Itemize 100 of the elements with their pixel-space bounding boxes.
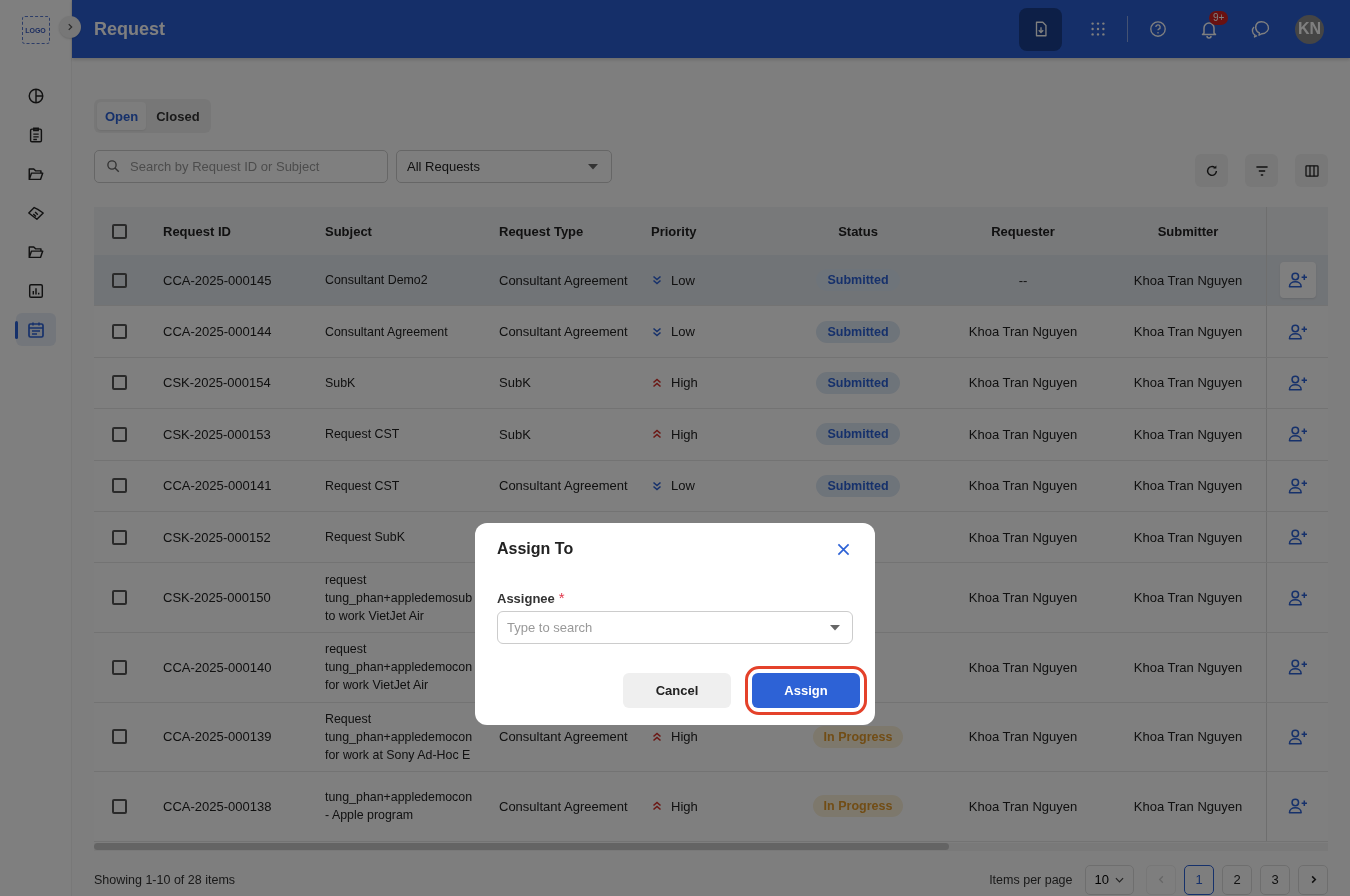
table-cell: CCA-2025-000138 — [163, 798, 272, 814]
caret-icon — [588, 163, 598, 170]
nav-item[interactable] — [15, 313, 56, 346]
chevron-right-icon — [65, 22, 75, 32]
table-cell: Khoa Tran Nguyen — [1133, 375, 1243, 391]
assign-button[interactable]: Assign — [752, 673, 860, 708]
columns-icon — [1303, 162, 1320, 179]
items-per-page-select[interactable]: 10 — [1084, 864, 1134, 895]
table-cell-text: Request CST — [325, 426, 400, 444]
table-cell: CSK-2025-000154 — [163, 375, 271, 391]
tab[interactable]: Closed — [148, 102, 208, 130]
request-filter-dropdown[interactable]: All Requests — [396, 150, 612, 183]
row-checkbox[interactable] — [112, 798, 127, 814]
table-cell-text: request tung_phan+appledemocon for work VietJet Air — [325, 641, 473, 695]
refresh-button[interactable] — [1195, 154, 1228, 187]
select-all-checkbox[interactable] — [112, 223, 127, 239]
table-cell: Khoa Tran Nguyen — [968, 426, 1078, 442]
priority-label: Low — [671, 272, 695, 288]
priority-label: Low — [671, 478, 695, 494]
table-cell: SubK — [499, 426, 531, 442]
table-cell: CCA-2025-000144 — [163, 324, 272, 340]
table-cell: Consultant Agreement — [499, 478, 628, 494]
bar-chart-icon — [26, 281, 45, 300]
close-icon — [836, 542, 850, 556]
notification-badge: 9+ — [1209, 10, 1229, 25]
table-cell: Khoa Tran Nguyen — [1133, 529, 1243, 545]
table-cell: Khoa Tran Nguyen — [968, 529, 1078, 545]
cancel-button[interactable]: Cancel — [623, 673, 731, 708]
page-button[interactable]: 3 — [1260, 864, 1290, 895]
column-header: Requester — [991, 223, 1055, 239]
priority-label: High — [671, 729, 698, 745]
column-header: Submitter — [1157, 223, 1219, 239]
columns-button[interactable] — [1295, 154, 1328, 187]
row-checkbox[interactable] — [112, 729, 127, 745]
table-cell: Khoa Tran Nguyen — [1133, 590, 1243, 606]
table-cell: Khoa Tran Nguyen — [1133, 272, 1243, 288]
add-user-icon — [1286, 588, 1309, 607]
status-tag: Submitted — [816, 474, 900, 497]
row-checkbox[interactable] — [112, 375, 127, 391]
row-checkbox[interactable] — [112, 426, 127, 442]
table-cell: Khoa Tran Nguyen — [1133, 659, 1243, 675]
column-header: Priority — [651, 223, 697, 239]
assignee-field[interactable]: Type to search — [497, 611, 853, 644]
row-checkbox[interactable] — [112, 478, 127, 494]
page-button[interactable]: 1 — [1184, 864, 1214, 895]
status-tag: Submitted — [816, 371, 900, 394]
search-icon — [106, 159, 121, 174]
add-user-icon — [1286, 727, 1309, 746]
priority-label: High — [671, 798, 698, 814]
table-cell: -- — [1018, 272, 1028, 288]
table-cell: Khoa Tran Nguyen — [968, 324, 1078, 340]
table-cell: Khoa Tran Nguyen — [1133, 478, 1243, 494]
column-header: Status — [838, 223, 878, 239]
table-cell: Khoa Tran Nguyen — [1133, 324, 1243, 340]
row-checkbox[interactable] — [112, 272, 127, 288]
table-cell: Consultant Agreement — [499, 272, 628, 288]
table-cell-text: tung_phan+appledemocon - Apple program — [325, 789, 473, 825]
status-tag: Submitted — [816, 423, 900, 446]
row-checkbox[interactable] — [112, 529, 127, 545]
table-cell: Khoa Tran Nguyen — [968, 659, 1078, 675]
tab[interactable]: Open — [97, 102, 147, 130]
add-user-icon — [1286, 373, 1309, 392]
table-cell: SubK — [499, 375, 531, 391]
add-user-icon — [1286, 425, 1309, 444]
table-cell: Consultant Agreement — [499, 798, 628, 814]
table-cell: Khoa Tran Nguyen — [1133, 426, 1243, 442]
table-cell: CCA-2025-000139 — [163, 729, 272, 745]
filter-button[interactable] — [1245, 154, 1278, 187]
row-checkbox[interactable] — [112, 324, 127, 340]
table-cell-text: Consultant Demo2 — [325, 272, 428, 290]
required-mark: * — [558, 591, 565, 606]
table-cell: Khoa Tran Nguyen — [968, 375, 1078, 391]
download-file-button[interactable] — [1019, 7, 1062, 51]
add-user-icon — [1286, 322, 1309, 341]
table-cell: Khoa Tran Nguyen — [968, 478, 1078, 494]
table-cell: Khoa Tran Nguyen — [968, 729, 1078, 745]
table-cell: CSK-2025-000153 — [163, 426, 271, 442]
scrollbar-thumb[interactable] — [94, 842, 949, 850]
status-tag: Submitted — [816, 320, 900, 343]
table-cell: Consultant Agreement — [499, 729, 628, 745]
table-cell-text: SubK — [325, 374, 356, 392]
priority-label: High — [671, 375, 698, 391]
status-tag: In Progress — [812, 725, 904, 748]
assign-user-button[interactable] — [1279, 262, 1316, 299]
table-cell: CSK-2025-000152 — [163, 529, 271, 545]
table-cell: Khoa Tran Nguyen — [968, 798, 1078, 814]
table-cell: Khoa Tran Nguyen — [968, 590, 1078, 606]
add-user-icon — [1286, 476, 1309, 495]
priority-label: Low — [671, 324, 695, 340]
dialog-title: Assign To — [497, 540, 574, 558]
items-summary: Showing 1-10 of 28 items — [94, 872, 236, 887]
table-cell-text: Request CST — [325, 477, 400, 495]
notifications-button[interactable]: 9+ — [1187, 7, 1230, 51]
page-button[interactable]: 2 — [1222, 864, 1252, 895]
table-cell-text: Consultant Agreement — [325, 323, 448, 341]
table-cell: Consultant Agreement — [499, 324, 628, 340]
row-checkbox[interactable] — [112, 659, 127, 675]
table-cell: Khoa Tran Nguyen — [1133, 729, 1243, 745]
column-header: Request Type — [499, 223, 584, 239]
row-checkbox[interactable] — [112, 590, 127, 606]
